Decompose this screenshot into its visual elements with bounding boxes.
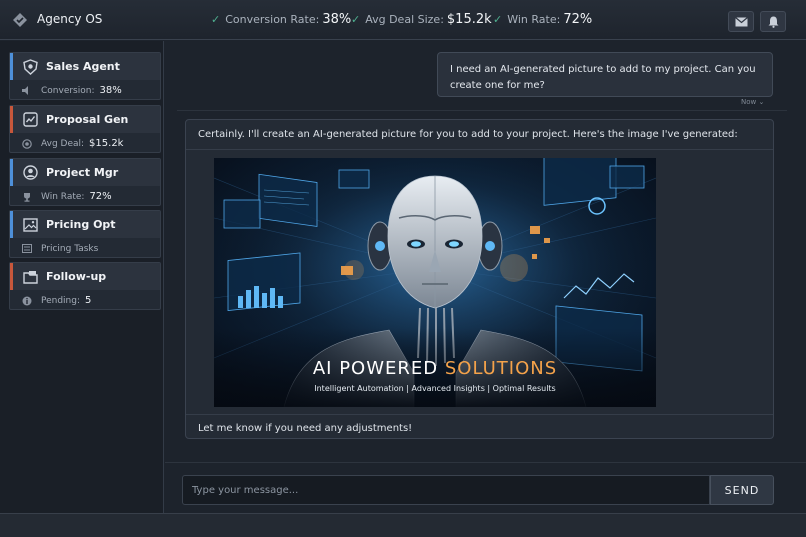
diamond-logo-icon [13, 13, 27, 27]
mail-button[interactable] [728, 11, 754, 32]
message-composer: SEND [165, 462, 806, 513]
stat-label: Conversion: [41, 85, 95, 96]
stat-label: Win Rate: [41, 191, 85, 202]
chat-area: I need an AI-generated picture to add to… [165, 41, 806, 461]
speaker-icon [22, 86, 32, 96]
top-bar: Agency OS ✓ Conversion Rate: 38% ✓ Avg Deal… [0, 0, 806, 40]
footer-bar [0, 513, 806, 537]
agent-name: Proposal Gen [46, 113, 129, 126]
check-icon: ✓ [493, 13, 503, 26]
shield-icon [22, 58, 38, 75]
sidebar-item-proposal-gen[interactable]: Proposal Gen Avg Deal: $15.2k [9, 105, 161, 153]
agent-stat: Pending: 5 [10, 291, 160, 310]
check-icon: ✓ [351, 13, 361, 26]
assistant-outro-text: Let me know if you need any adjustments! [198, 423, 413, 434]
assistant-intro-text: Certainly. I'll create an AI-generated p… [198, 129, 738, 140]
agent-header[interactable]: Proposal Gen [10, 106, 160, 133]
kpi-conversion-rate: ✓ Conversion Rate: 38% [211, 12, 351, 27]
image-title-main: AI POWERED [312, 358, 439, 379]
image-title: AI POWERED SOLUTIONS [214, 358, 656, 379]
stat-label: Avg Deal: [41, 138, 85, 149]
stat-value: 5 [85, 295, 92, 306]
agent-header[interactable]: Follow-up [10, 263, 160, 290]
kpi-value: 38% [322, 12, 352, 27]
kpi-avg-deal-size: ✓ Avg Deal Size: $15.2k [351, 12, 492, 27]
agent-name: Pricing Opt [46, 218, 116, 231]
divider [177, 110, 787, 111]
generated-image[interactable]: AI POWERED SOLUTIONS Intelligent Automat… [214, 158, 656, 407]
user-message: I need an AI-generated picture to add to… [437, 52, 773, 97]
kpi-label: Win Rate: [507, 13, 561, 26]
image-title-accent: SOLUTIONS [444, 358, 558, 379]
stat-value: 72% [89, 191, 112, 202]
info-icon [22, 296, 32, 306]
document-icon [22, 112, 38, 128]
agent-stat: Win Rate: 72% [10, 187, 160, 206]
app-title: Agency OS [37, 12, 103, 26]
kpi-win-rate: ✓ Win Rate: 72% [493, 12, 592, 27]
user-icon [22, 165, 38, 181]
timestamp-text: Now [741, 98, 757, 106]
agent-name: Follow-up [46, 270, 107, 283]
sidebar-item-sales-agent[interactable]: Sales Agent Conversion: 38% [9, 52, 161, 100]
mail-icon [734, 16, 748, 26]
send-button[interactable]: SEND [710, 475, 774, 505]
kpi-value: $15.2k [446, 12, 492, 27]
folder-icon [22, 269, 38, 285]
message-timestamp: Now ⌄ [741, 98, 764, 106]
agent-name: Sales Agent [46, 60, 120, 73]
chevron-down-icon: ⌄ [758, 98, 765, 106]
agent-name: Project Mgr [46, 166, 119, 179]
tasks-icon [22, 244, 32, 254]
sidebar-item-follow-up[interactable]: Follow-up Pending: 5 [9, 262, 161, 310]
agent-stat: Conversion: 38% [10, 81, 160, 100]
sidebar-item-pricing-opt[interactable]: Pricing Opt Pricing Tasks [9, 210, 161, 258]
kpi-label: Conversion Rate: [225, 13, 320, 26]
stat-label: Pricing Tasks [41, 243, 99, 254]
notifications-button[interactable] [760, 11, 786, 32]
stat-value: 38% [99, 85, 122, 96]
kpi-label: Avg Deal Size: [365, 13, 444, 26]
kpi-value: 72% [563, 12, 593, 27]
coin-icon [22, 138, 32, 149]
image-icon [22, 217, 38, 233]
sidebar: Sales Agent Conversion: 38% Proposal Gen… [0, 41, 164, 513]
divider [186, 414, 773, 415]
agent-header[interactable]: Project Mgr [10, 159, 160, 186]
bell-icon [768, 16, 778, 28]
agent-header[interactable]: Pricing Opt [10, 211, 160, 238]
agent-stat: Avg Deal: $15.2k [10, 134, 160, 153]
assistant-message: Certainly. I'll create an AI-generated p… [185, 119, 774, 439]
stat-value: $15.2k [89, 138, 124, 149]
check-icon: ✓ [211, 13, 221, 26]
sidebar-item-project-mgr[interactable]: Project Mgr Win Rate: 72% [9, 158, 161, 206]
image-subtitle: Intelligent Automation | Advanced Insigh… [314, 384, 556, 393]
message-input[interactable] [182, 475, 710, 505]
stat-label: Pending: [41, 295, 81, 306]
agent-header[interactable]: Sales Agent [10, 53, 160, 80]
trophy-icon [22, 192, 32, 202]
divider [186, 149, 773, 150]
agent-stat: Pricing Tasks [10, 239, 160, 258]
